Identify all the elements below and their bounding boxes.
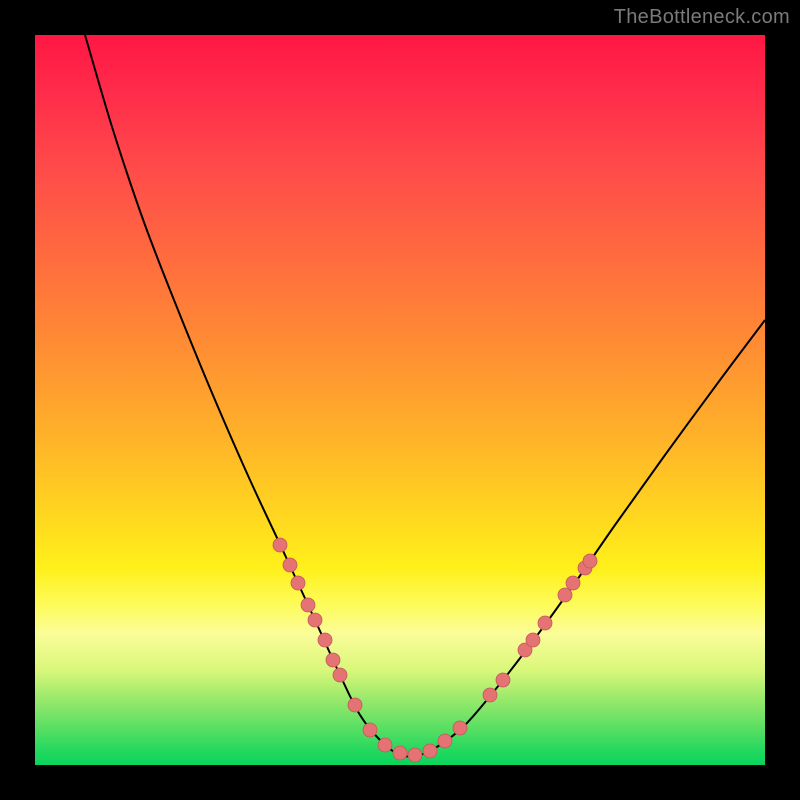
data-point-marker — [333, 668, 347, 682]
data-point-marker — [496, 673, 510, 687]
data-point-marker — [483, 688, 497, 702]
data-point-marker — [408, 748, 422, 762]
data-point-marker — [453, 721, 467, 735]
data-point-marker — [566, 576, 580, 590]
marker-group — [273, 538, 597, 762]
data-point-marker — [438, 734, 452, 748]
data-point-marker — [378, 738, 392, 752]
data-point-marker — [538, 616, 552, 630]
bottleneck-curve-svg — [35, 35, 765, 765]
data-point-marker — [526, 633, 540, 647]
data-point-marker — [558, 588, 572, 602]
chart-frame: TheBottleneck.com — [0, 0, 800, 800]
data-point-marker — [291, 576, 305, 590]
data-point-marker — [348, 698, 362, 712]
data-point-marker — [283, 558, 297, 572]
data-point-marker — [318, 633, 332, 647]
data-point-marker — [273, 538, 287, 552]
data-point-marker — [423, 744, 437, 758]
data-point-marker — [326, 653, 340, 667]
watermark-text: TheBottleneck.com — [614, 6, 790, 29]
plot-area — [35, 35, 765, 765]
data-point-marker — [301, 598, 315, 612]
data-point-marker — [363, 723, 377, 737]
data-point-marker — [583, 554, 597, 568]
bottleneck-curve-path — [85, 35, 765, 757]
data-point-marker — [393, 746, 407, 760]
data-point-marker — [308, 613, 322, 627]
